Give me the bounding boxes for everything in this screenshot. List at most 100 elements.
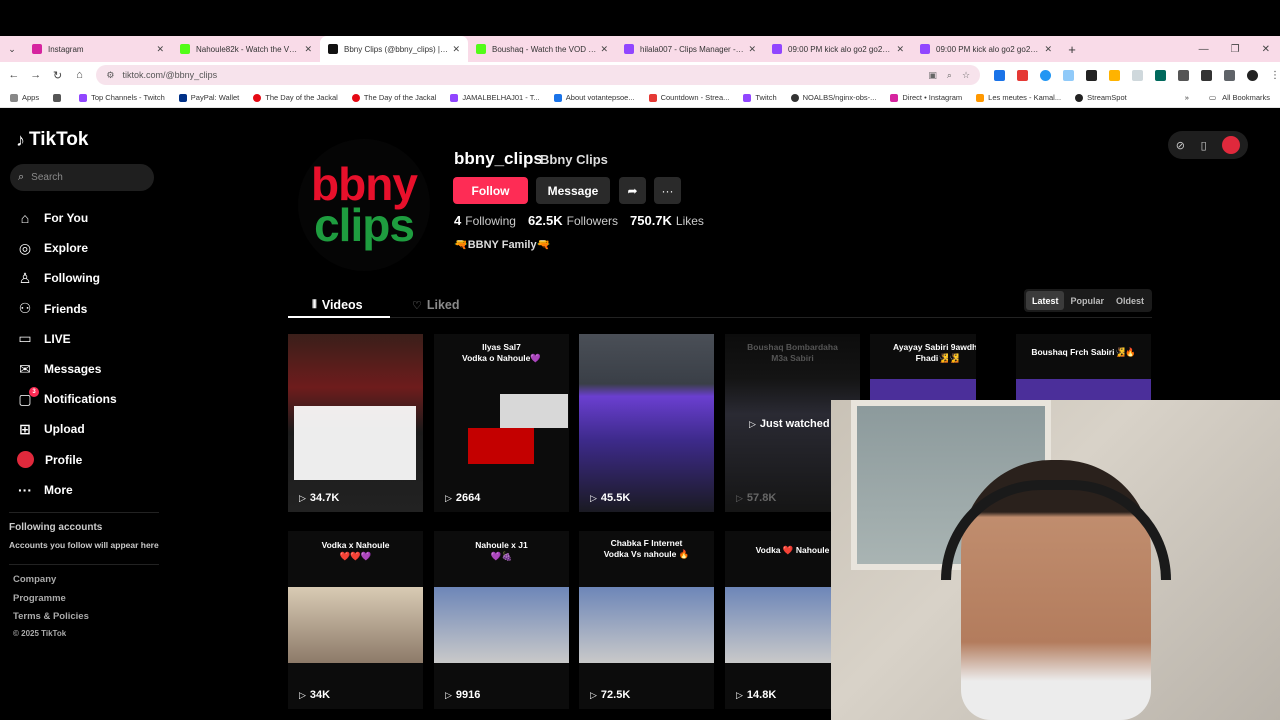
extension-icon[interactable] <box>1155 69 1167 81</box>
bookmark[interactable]: The Day of the Jackal <box>253 93 338 102</box>
all-bookmarks-link[interactable]: All Bookmarks <box>1222 93 1270 102</box>
reload-icon[interactable]: ↻ <box>47 69 69 82</box>
nav-profile[interactable]: Profile <box>16 445 117 475</box>
video-card[interactable]: Ilyas Sal7 Vodka o Nahoule💜 ▷ 2664 <box>434 334 569 512</box>
close-tab-icon[interactable]: ✕ <box>600 44 608 55</box>
forward-icon[interactable]: → <box>25 69 47 81</box>
browser-tab[interactable]: 09:00 PM kick alo go2 go2 go2 ✕ <box>912 36 1060 62</box>
url-text[interactable]: tiktok.com/@bbny_clips <box>122 70 918 80</box>
nav-messages[interactable]: ✉ Messages <box>16 354 117 384</box>
back-icon[interactable]: ← <box>3 69 25 81</box>
bookmark[interactable]: PayPal: Wallet <box>178 93 239 102</box>
share-button[interactable]: ➦ <box>619 177 646 204</box>
search-input[interactable]: ⌕ Search <box>10 164 154 191</box>
browser-tab[interactable]: Instagram ✕ <box>24 36 172 62</box>
bookmark[interactable]: Les meutes - Kamal... <box>976 93 1061 102</box>
kick-icon <box>180 44 190 54</box>
video-card[interactable]: Vodka x Nahoule ❤️❤️💜 ▷ 34K <box>288 531 423 709</box>
puzzle-icon[interactable] <box>1178 69 1190 81</box>
restore-icon[interactable]: ❐ <box>1231 44 1240 55</box>
following-stat[interactable]: 4 Following <box>454 213 516 228</box>
footer-terms[interactable]: Terms & Policies <box>13 611 89 622</box>
extension-icon[interactable] <box>1132 69 1144 81</box>
video-card[interactable]: Vodka ❤️ Nahoule ▷ 14.8K <box>725 531 831 709</box>
site-info-icon[interactable]: ⚙ <box>106 70 114 81</box>
following-accounts-sub: Accounts you follow will appear here <box>9 540 159 550</box>
user-avatar[interactable] <box>1222 136 1241 154</box>
browser-tab[interactable]: Nahoule82k - Watch the VOD o ✕ <box>172 36 320 62</box>
extension-icon[interactable] <box>994 69 1006 81</box>
home-icon[interactable]: ⌂ <box>69 69 91 81</box>
sort-oldest[interactable]: Oldest <box>1110 291 1150 310</box>
more-options-button[interactable]: ··· <box>654 177 681 204</box>
video-card[interactable]: ▷ 45.5K <box>579 334 714 512</box>
browser-tab[interactable]: 09:00 PM kick alo go2 go2 go2 ✕ <box>764 36 912 62</box>
tiktok-logo[interactable]: ♪ TikTok <box>16 129 88 151</box>
browser-tab[interactable]: Boushaq - Watch the VOD on K ✕ <box>468 36 616 62</box>
extension-icon[interactable] <box>1224 69 1236 81</box>
footer-company[interactable]: Company <box>13 574 56 585</box>
phone-icon[interactable]: ▯ <box>1201 139 1207 152</box>
install-icon[interactable]: ▣ <box>928 70 937 81</box>
bookmark[interactable]: The Day of the Jackal <box>351 93 436 102</box>
tab-liked[interactable]: ♡ Liked <box>412 294 460 316</box>
footer-programme[interactable]: Programme <box>13 593 66 604</box>
nav-notifications[interactable]: ▢ 3 Notifications <box>16 384 117 414</box>
nav-friends[interactable]: ⚇ Friends <box>16 294 117 324</box>
close-window-icon[interactable]: ✕ <box>1262 44 1270 55</box>
close-tab-icon[interactable]: ✕ <box>1044 44 1052 55</box>
omnibox[interactable]: ⚙ tiktok.com/@bbny_clips ▣ ⌕ ☆ <box>96 65 981 85</box>
nav-more[interactable]: ··· More <box>16 475 117 505</box>
minimize-icon[interactable]: — <box>1199 44 1209 55</box>
extension-icon[interactable] <box>1017 69 1029 81</box>
menu-kebab-icon[interactable]: ⋮ <box>1270 70 1280 81</box>
nav-for-you[interactable]: ⌂ For You <box>16 203 117 233</box>
follow-button[interactable]: Follow <box>453 177 528 204</box>
play-icon: ▷ <box>445 492 452 503</box>
bookmark[interactable]: About votantepsoe... <box>553 93 635 102</box>
bookmark[interactable]: Apps <box>10 93 39 102</box>
twitch-icon <box>624 44 634 54</box>
close-tab-icon[interactable]: ✕ <box>896 44 904 55</box>
bookmark[interactable]: StreamSpot <box>1075 93 1127 102</box>
video-card[interactable]: Chabka F Internet Vodka Vs nahoule 🔥 ▷ 72… <box>579 531 714 709</box>
nav-explore[interactable]: ◎ Explore <box>16 233 117 263</box>
nav-upload[interactable]: ⊞ Upload <box>16 414 117 444</box>
close-tab-icon[interactable]: ✕ <box>156 44 164 55</box>
nav-live[interactable]: ▭ LIVE <box>16 324 117 354</box>
browser-tab-active[interactable]: Bbny Clips (@bbny_clips) | TikT ✕ <box>320 36 468 62</box>
video-card[interactable]: Nahoule x J1 💜🍇 ▷ 9916 <box>434 531 569 709</box>
bookmark[interactable]: Top Channels - Twitch <box>79 93 165 102</box>
bookmark[interactable] <box>53 93 65 102</box>
extension-icon[interactable] <box>1201 69 1213 81</box>
bookmark[interactable]: Direct • Instagram <box>890 93 962 102</box>
new-tab-button[interactable]: + <box>1060 42 1084 57</box>
extension-icon[interactable] <box>1086 69 1098 81</box>
extension-icon[interactable] <box>1109 69 1121 81</box>
bookmark[interactable]: JAMALBELHAJ01 - T... <box>450 93 540 102</box>
zoom-icon[interactable]: ⌕ <box>947 70 952 81</box>
close-tab-icon[interactable]: ✕ <box>452 44 460 55</box>
message-button[interactable]: Message <box>536 177 610 204</box>
sort-popular[interactable]: Popular <box>1064 291 1110 310</box>
video-card[interactable]: Ayayay Sabiri 9awdha Fhadi🧏🧏 <box>870 334 976 400</box>
followers-stat[interactable]: 62.5K Followers <box>528 213 618 228</box>
sort-latest[interactable]: Latest <box>1025 291 1065 310</box>
video-card[interactable]: Boushaq Frch Sabiri🧏🔥 <box>1016 334 1151 400</box>
video-card[interactable]: ▷ 34.7K <box>288 334 423 512</box>
profile-avatar-icon[interactable] <box>1247 69 1259 81</box>
extension-icon[interactable] <box>1040 69 1052 81</box>
close-tab-icon[interactable]: ✕ <box>748 44 756 55</box>
bookmark[interactable]: Countdown - Strea... <box>648 93 729 102</box>
compass-icon[interactable]: ⊘ <box>1176 139 1185 152</box>
bookmark[interactable]: Twitch <box>743 93 777 102</box>
bookmark-star-icon[interactable]: ☆ <box>962 70 970 81</box>
nav-following[interactable]: ♙ Following <box>16 263 117 293</box>
tab-videos[interactable]: ⦀ Videos <box>312 294 363 316</box>
browser-tab[interactable]: hilala007 - Clips Manager - Twi ✕ <box>616 36 764 62</box>
close-tab-icon[interactable]: ✕ <box>304 44 312 55</box>
chevron-double-right-icon[interactable]: » <box>1185 93 1189 102</box>
extension-icon[interactable] <box>1063 69 1075 81</box>
tab-search-icon[interactable]: ⌄ <box>0 36 24 62</box>
bookmark[interactable]: NOALBS/nginx-obs-... <box>790 93 876 102</box>
